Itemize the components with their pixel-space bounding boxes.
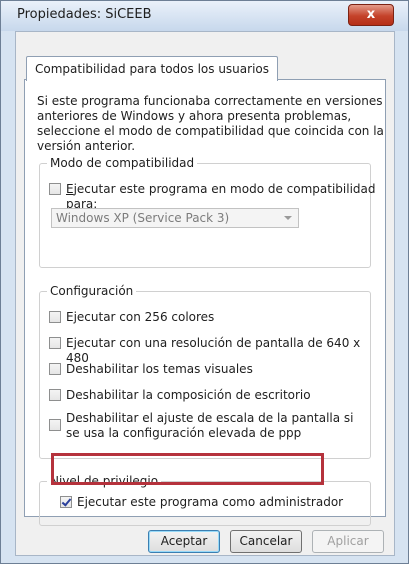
checkbox-box[interactable] — [60, 496, 72, 508]
title-bar[interactable]: Propiedades: SiCEEB x — [1, 1, 408, 31]
checkbox-box[interactable] — [49, 419, 61, 431]
tab-panel: Si este programa funcionaba correctament… — [24, 79, 386, 526]
option-label: Deshabilitar la composición de escritori… — [66, 388, 311, 402]
window-title: Propiedades: SiCEEB — [17, 7, 152, 22]
run-as-admin-label: Ejecutar este programa como administrado… — [77, 495, 344, 509]
compat-mode-legend: Modo de compatibilidad — [50, 156, 195, 170]
checkbox-box[interactable] — [49, 337, 61, 349]
option-label: Deshabilitar los temas visuales — [66, 362, 253, 376]
close-button[interactable]: x — [348, 4, 394, 26]
checkbox-box[interactable] — [49, 183, 61, 195]
apply-button[interactable]: Aplicar — [312, 530, 384, 553]
option-disable-dpi-scaling[interactable]: Deshabilitar el ajuste de escala de la p… — [49, 411, 364, 441]
chevron-down-icon — [284, 216, 292, 220]
checkbox-box[interactable] — [49, 363, 61, 375]
option-label: Ejecutar con 256 colores — [66, 310, 215, 324]
highlight-box — [51, 453, 324, 485]
accept-button[interactable]: Aceptar — [148, 530, 220, 553]
compat-os-value: Windows XP (Service Pack 3) — [56, 211, 230, 225]
cancel-button[interactable]: Cancelar — [230, 530, 302, 553]
option-disable-desktop-composition[interactable]: Deshabilitar la composición de escritori… — [49, 388, 311, 403]
checkbox-box[interactable] — [49, 389, 61, 401]
option-256-colors[interactable]: Ejecutar con 256 colores — [49, 310, 214, 325]
tab-compatibility-all-users[interactable]: Compatibilidad para todos los usuarios — [26, 56, 279, 81]
properties-dialog: Propiedades: SiCEEB x Compatibilidad par… — [0, 0, 409, 564]
option-disable-visual-themes[interactable]: Deshabilitar los temas visuales — [49, 362, 253, 377]
intro-text: Si este programa funcionaba correctament… — [37, 94, 384, 153]
configuration-legend: Configuración — [50, 284, 134, 298]
option-label: Deshabilitar el ajuste de escala de la p… — [66, 411, 354, 440]
checkbox-box[interactable] — [49, 311, 61, 323]
compat-os-select[interactable]: Windows XP (Service Pack 3) — [51, 208, 299, 228]
close-icon: x — [366, 7, 376, 22]
run-as-admin-checkbox[interactable]: Ejecutar este programa como administrado… — [60, 495, 343, 510]
